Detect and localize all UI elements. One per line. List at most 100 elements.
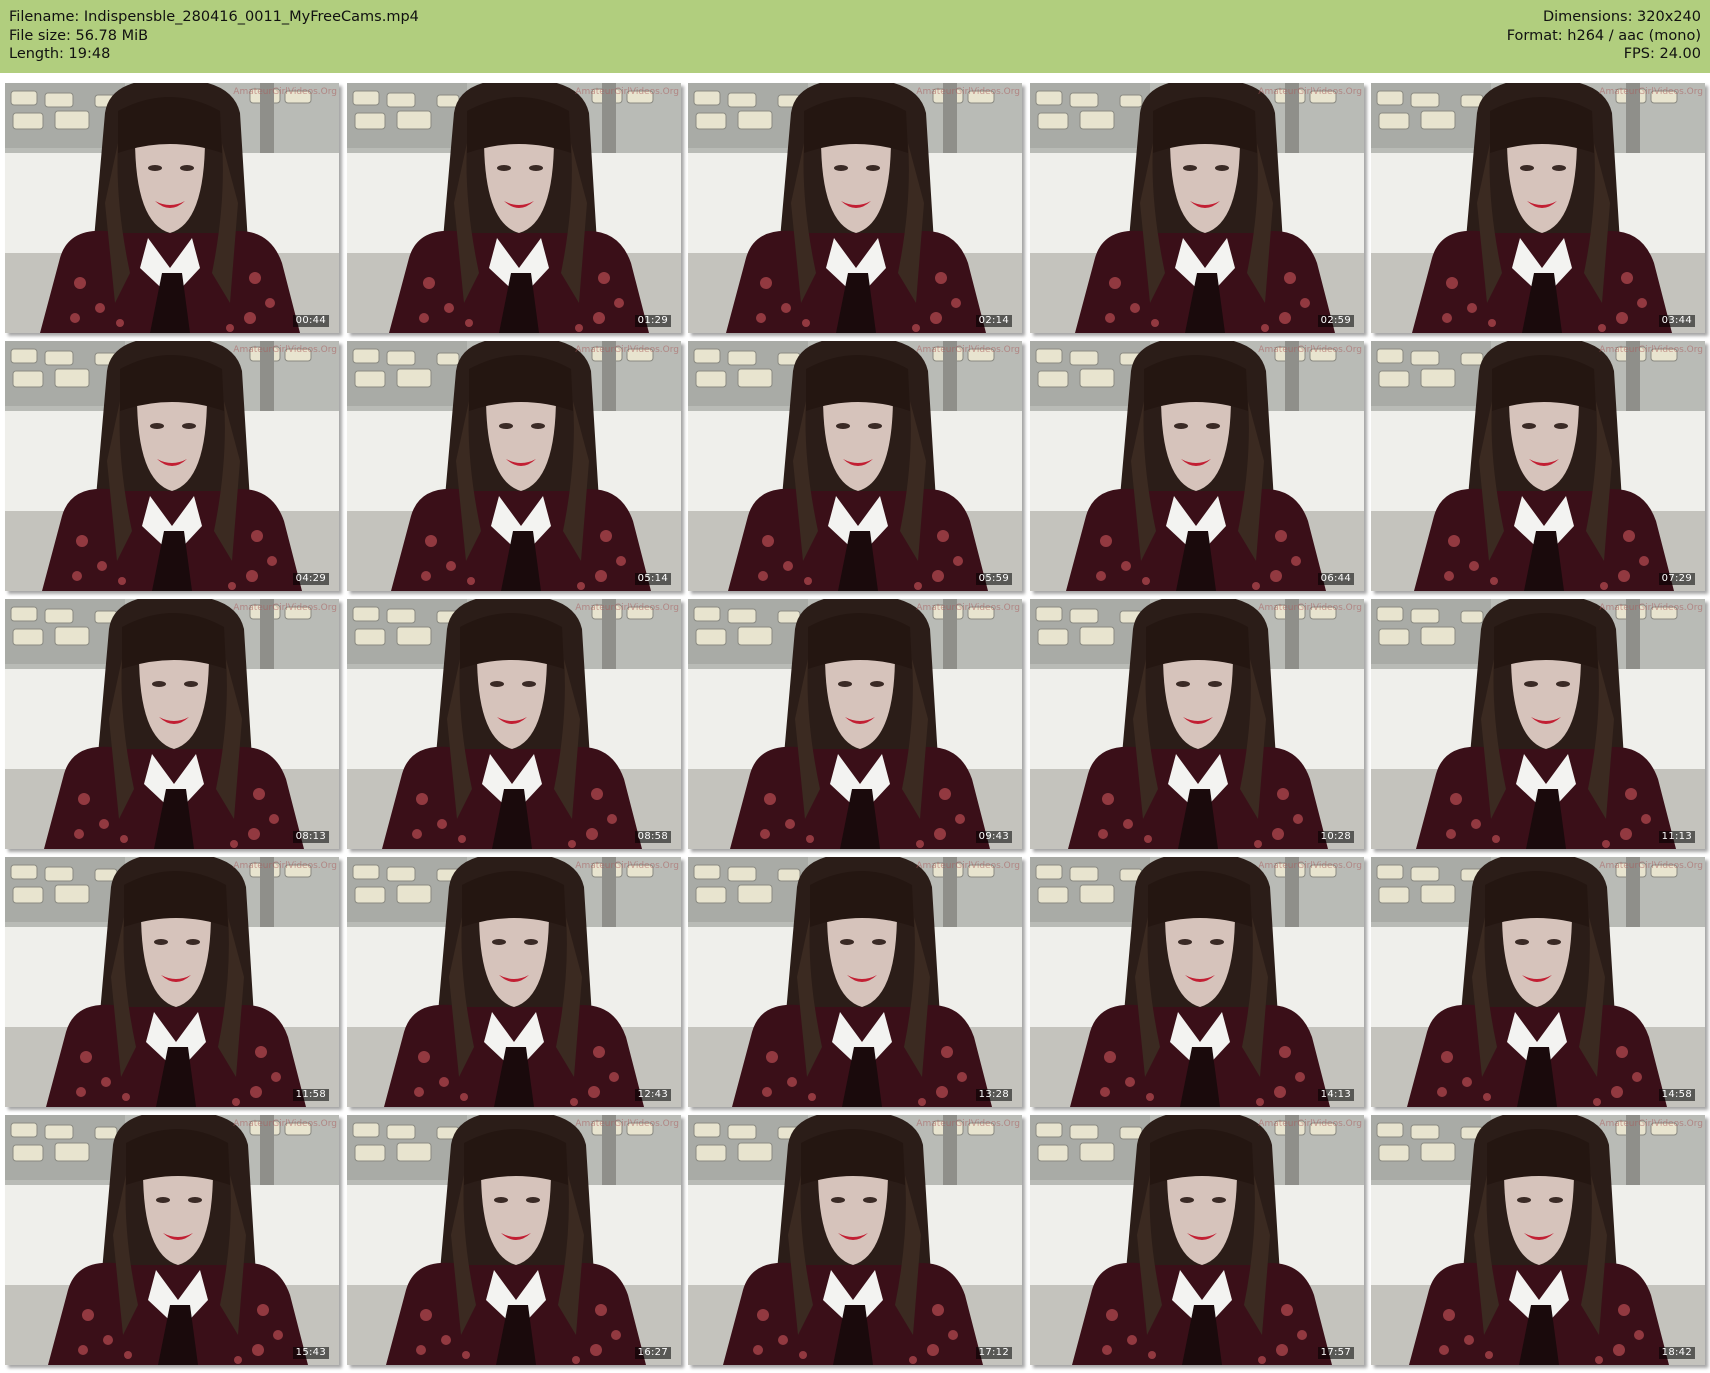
timestamp-label: 06:44 — [1317, 573, 1354, 585]
video-frame-image — [688, 341, 1022, 591]
video-thumbnail: AmateurGirlVideos.Org 18:42 — [1371, 1115, 1705, 1365]
video-thumbnail: AmateurGirlVideos.Org 14:13 — [1030, 857, 1364, 1107]
video-thumbnail: AmateurGirlVideos.Org 01:29 — [347, 83, 681, 333]
video-thumbnail: AmateurGirlVideos.Org 17:57 — [1030, 1115, 1364, 1365]
watermark-text: AmateurGirlVideos.Org — [1258, 861, 1362, 871]
video-thumbnail: AmateurGirlVideos.Org 08:58 — [347, 599, 681, 849]
video-thumbnail: AmateurGirlVideos.Org 00:44 — [5, 83, 339, 333]
timestamp-label: 12:43 — [634, 1089, 671, 1101]
watermark-text: AmateurGirlVideos.Org — [1258, 87, 1362, 97]
video-frame-image — [347, 1115, 681, 1365]
video-thumbnail: AmateurGirlVideos.Org 02:59 — [1030, 83, 1364, 333]
video-thumbnail: AmateurGirlVideos.Org 14:58 — [1371, 857, 1705, 1107]
video-thumbnail: AmateurGirlVideos.Org 05:59 — [688, 341, 1022, 591]
timestamp-label: 17:57 — [1317, 1347, 1354, 1359]
watermark-text: AmateurGirlVideos.Org — [233, 1119, 337, 1129]
video-thumbnail: AmateurGirlVideos.Org 11:58 — [5, 857, 339, 1107]
video-thumbnail: AmateurGirlVideos.Org 15:43 — [5, 1115, 339, 1365]
timestamp-label: 07:29 — [1658, 573, 1695, 585]
video-frame-image — [347, 857, 681, 1107]
timestamp-label: 14:13 — [1317, 1089, 1354, 1101]
video-frame-image — [5, 83, 339, 333]
watermark-text: AmateurGirlVideos.Org — [233, 861, 337, 871]
watermark-text: AmateurGirlVideos.Org — [1599, 345, 1703, 355]
timestamp-label: 11:13 — [1658, 831, 1695, 843]
timestamp-label: 10:28 — [1317, 831, 1354, 843]
watermark-text: AmateurGirlVideos.Org — [575, 861, 679, 871]
video-thumbnail: AmateurGirlVideos.Org 11:13 — [1371, 599, 1705, 849]
video-thumbnail: AmateurGirlVideos.Org 09:43 — [688, 599, 1022, 849]
video-thumbnail: AmateurGirlVideos.Org 08:13 — [5, 599, 339, 849]
video-thumbnail: AmateurGirlVideos.Org 03:44 — [1371, 83, 1705, 333]
video-frame-image — [688, 1115, 1022, 1365]
video-frame-image — [5, 857, 339, 1107]
video-frame-image — [688, 83, 1022, 333]
timestamp-label: 03:44 — [1658, 315, 1695, 327]
timestamp-label: 09:43 — [975, 831, 1012, 843]
video-frame-image — [5, 341, 339, 591]
watermark-text: AmateurGirlVideos.Org — [916, 861, 1020, 871]
watermark-text: AmateurGirlVideos.Org — [916, 345, 1020, 355]
timestamp-label: 05:59 — [975, 573, 1012, 585]
video-thumbnail: AmateurGirlVideos.Org 05:14 — [347, 341, 681, 591]
video-frame-image — [5, 1115, 339, 1365]
video-thumbnail: AmateurGirlVideos.Org 12:43 — [347, 857, 681, 1107]
timestamp-label: 13:28 — [975, 1089, 1012, 1101]
timestamp-label: 02:14 — [975, 315, 1012, 327]
video-frame-image — [1030, 599, 1364, 849]
video-thumbnail: AmateurGirlVideos.Org 06:44 — [1030, 341, 1364, 591]
video-frame-image — [1371, 341, 1705, 591]
video-frame-image — [347, 83, 681, 333]
video-frame-image — [1371, 857, 1705, 1107]
watermark-text: AmateurGirlVideos.Org — [575, 603, 679, 613]
timestamp-label: 11:58 — [292, 1089, 329, 1101]
watermark-text: AmateurGirlVideos.Org — [1258, 1119, 1362, 1129]
watermark-text: AmateurGirlVideos.Org — [233, 87, 337, 97]
video-thumbnail: AmateurGirlVideos.Org 10:28 — [1030, 599, 1364, 849]
video-frame-image — [347, 341, 681, 591]
watermark-text: AmateurGirlVideos.Org — [233, 603, 337, 613]
video-frame-image — [688, 857, 1022, 1107]
video-frame-image — [1030, 83, 1364, 333]
video-frame-image — [347, 599, 681, 849]
watermark-text: AmateurGirlVideos.Org — [916, 603, 1020, 613]
watermark-text: AmateurGirlVideos.Org — [1599, 87, 1703, 97]
watermark-text: AmateurGirlVideos.Org — [916, 87, 1020, 97]
video-frame-image — [1371, 599, 1705, 849]
timestamp-label: 05:14 — [634, 573, 671, 585]
timestamp-label: 08:13 — [292, 831, 329, 843]
watermark-text: AmateurGirlVideos.Org — [1599, 861, 1703, 871]
watermark-text: AmateurGirlVideos.Org — [233, 345, 337, 355]
timestamp-label: 14:58 — [1658, 1089, 1695, 1101]
timestamp-label: 17:12 — [975, 1347, 1012, 1359]
timestamp-label: 00:44 — [292, 315, 329, 327]
thumbnail-grid: AmateurGirlVideos.Org 00:44 AmateurGirlVi… — [0, 0, 1710, 1373]
watermark-text: AmateurGirlVideos.Org — [1258, 345, 1362, 355]
video-frame-image — [1030, 341, 1364, 591]
timestamp-label: 01:29 — [634, 315, 671, 327]
timestamp-label: 18:42 — [1658, 1347, 1695, 1359]
video-thumbnail: AmateurGirlVideos.Org 17:12 — [688, 1115, 1022, 1365]
timestamp-label: 02:59 — [1317, 315, 1354, 327]
timestamp-label: 08:58 — [634, 831, 671, 843]
timestamp-label: 16:27 — [634, 1347, 671, 1359]
video-thumbnail: AmateurGirlVideos.Org 16:27 — [347, 1115, 681, 1365]
watermark-text: AmateurGirlVideos.Org — [575, 1119, 679, 1129]
watermark-text: AmateurGirlVideos.Org — [575, 87, 679, 97]
video-frame-image — [1371, 83, 1705, 333]
watermark-text: AmateurGirlVideos.Org — [575, 345, 679, 355]
video-thumbnail: AmateurGirlVideos.Org 07:29 — [1371, 341, 1705, 591]
video-thumbnail: AmateurGirlVideos.Org 04:29 — [5, 341, 339, 591]
watermark-text: AmateurGirlVideos.Org — [916, 1119, 1020, 1129]
watermark-text: AmateurGirlVideos.Org — [1258, 603, 1362, 613]
video-thumbnail: AmateurGirlVideos.Org 02:14 — [688, 83, 1022, 333]
video-thumbnail: AmateurGirlVideos.Org 13:28 — [688, 857, 1022, 1107]
video-frame-image — [688, 599, 1022, 849]
timestamp-label: 04:29 — [292, 573, 329, 585]
video-frame-image — [1371, 1115, 1705, 1365]
video-frame-image — [5, 599, 339, 849]
watermark-text: AmateurGirlVideos.Org — [1599, 603, 1703, 613]
timestamp-label: 15:43 — [292, 1347, 329, 1359]
video-frame-image — [1030, 1115, 1364, 1365]
watermark-text: AmateurGirlVideos.Org — [1599, 1119, 1703, 1129]
